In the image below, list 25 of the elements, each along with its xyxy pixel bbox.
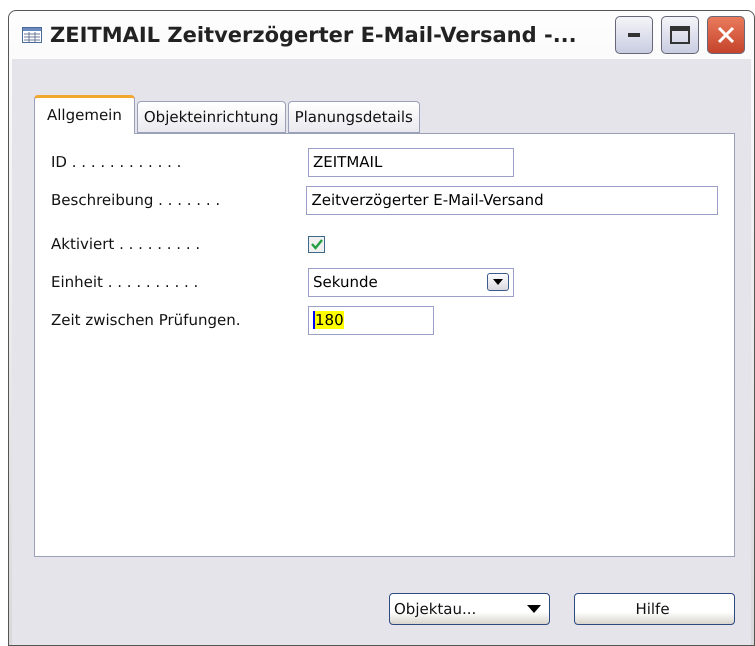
minimize-icon: [628, 33, 640, 37]
field-label: Zeit zwischen Prüfungen.: [51, 311, 242, 329]
field-label: Einheit . . . . . . . . . .: [51, 273, 200, 291]
input-field[interactable]: 180: [308, 306, 434, 334]
field-label: Aktiviert . . . . . . . . .: [51, 235, 202, 253]
maximize-icon: [670, 26, 690, 44]
maximize-button[interactable]: [661, 16, 699, 54]
caret-icon: [527, 605, 541, 613]
field-label: ID . . . . . . . . . . . .: [51, 153, 182, 171]
close-icon: [716, 25, 736, 45]
table-icon: [22, 27, 42, 43]
input-field[interactable]: Zeitverzögerter E-Mail-Versand: [306, 186, 718, 214]
menu-button[interactable]: Objektau...: [389, 593, 550, 625]
close-button[interactable]: [707, 16, 745, 54]
checkbox[interactable]: [308, 236, 325, 252]
tab[interactable]: Allgemein: [34, 95, 135, 134]
field-label: Beschreibung . . . . . . .: [51, 191, 222, 209]
dropdown[interactable]: Sekunde: [308, 268, 514, 296]
input-field[interactable]: ZEITMAIL: [308, 148, 514, 176]
minimize-button[interactable]: [615, 16, 653, 54]
window-title: ZEITMAIL Zeitverzögerter E-Mail-Versand -...: [50, 23, 578, 47]
caret-icon: [493, 279, 503, 285]
tab[interactable]: Objekteinrichtung: [136, 101, 286, 133]
help-button[interactable]: Hilfe: [574, 593, 735, 625]
tab[interactable]: Planungsdetails: [288, 101, 420, 133]
